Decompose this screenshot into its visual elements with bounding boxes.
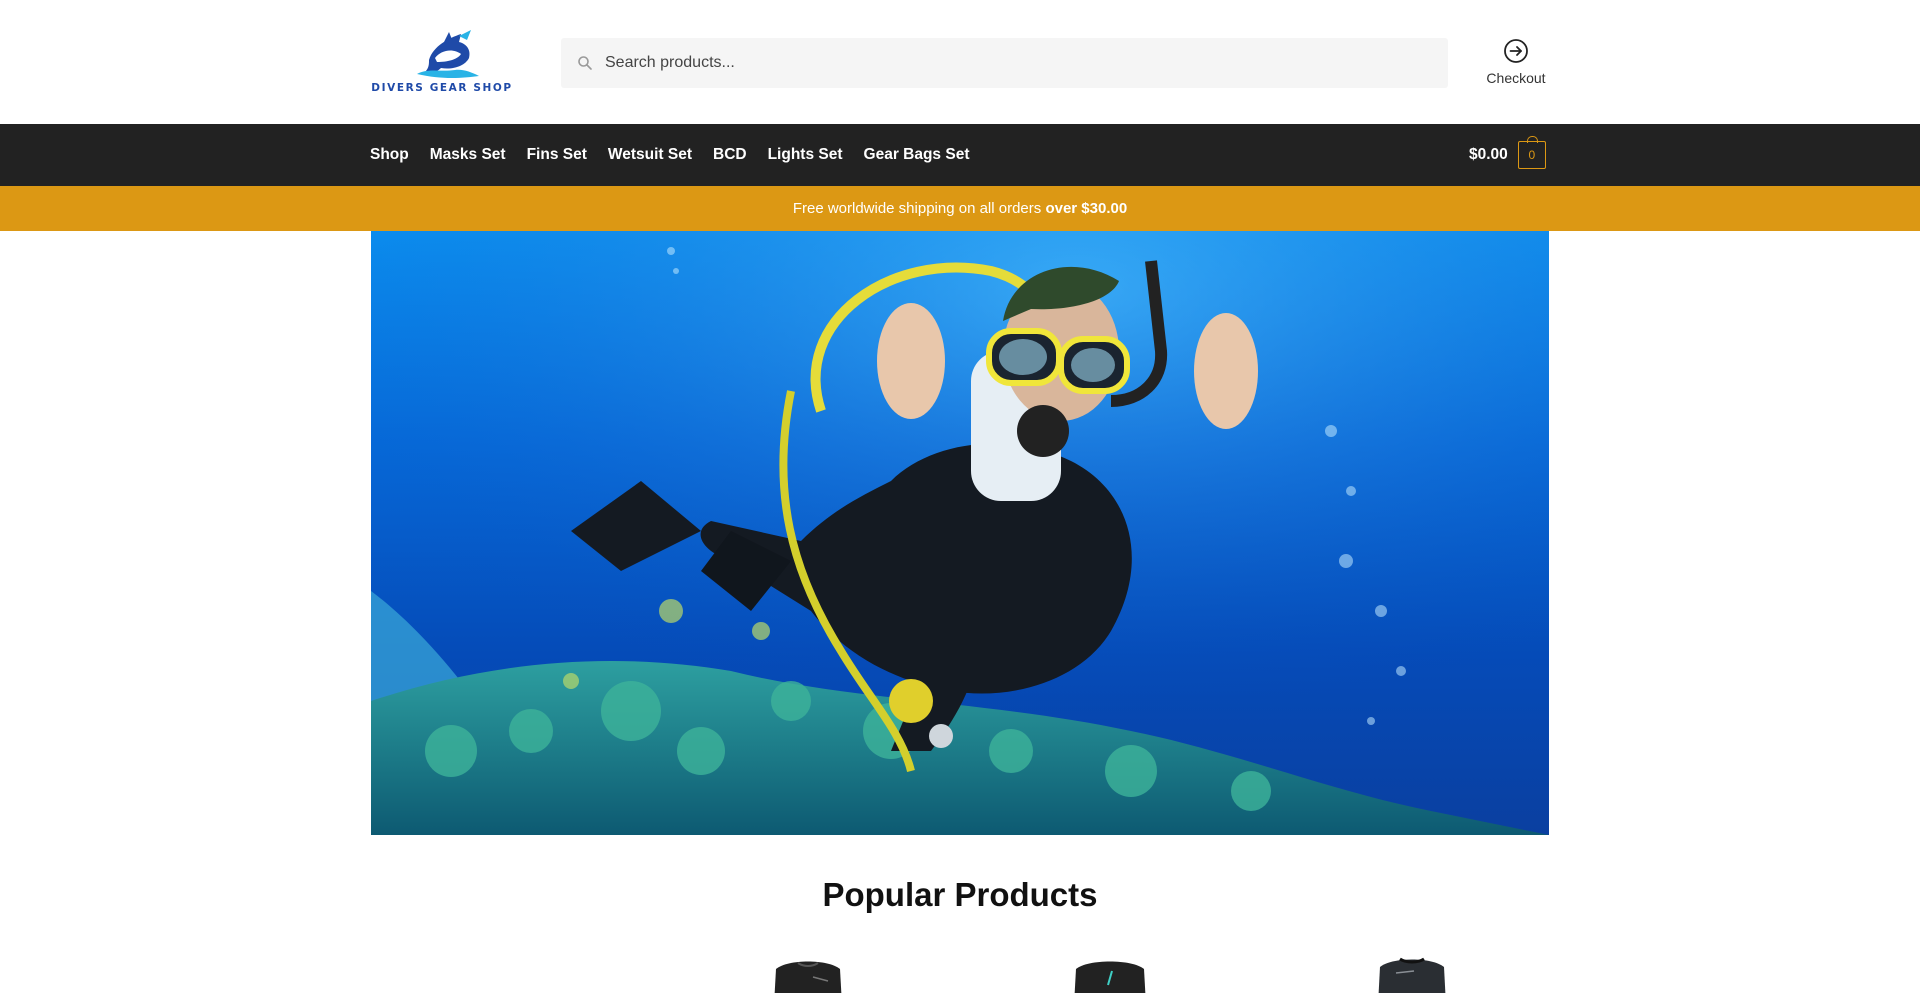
cart-link[interactable]: $0.00 0	[1469, 124, 1546, 186]
nav-item-gear-bags-set[interactable]: Gear Bags Set	[864, 146, 970, 164]
cart-total: $0.00	[1469, 146, 1508, 163]
wetsuit-image	[1378, 957, 1446, 993]
bag-icon: 0	[1517, 136, 1546, 169]
shark-logo-icon	[417, 30, 479, 78]
popular-products-heading: Popular Products	[822, 876, 1098, 913]
checkout-label: Checkout	[1486, 70, 1546, 86]
primary-navigation: Shop Masks Set Fins Set Wetsuit Set BCD …	[0, 124, 1920, 186]
promo-text: Free worldwide shipping on all orders	[792, 200, 1046, 217]
promo-banner: Free worldwide shipping on all orders ov…	[0, 186, 1920, 231]
search-input[interactable]	[605, 38, 1425, 88]
nav-item-lights-set[interactable]: Lights Set	[768, 146, 843, 164]
scuba-diver-illustration	[371, 231, 1549, 835]
nav-item-bcd[interactable]: BCD	[713, 146, 747, 164]
logo-text: DIVERS GEAR SHOP	[371, 82, 513, 94]
product-card[interactable]	[758, 955, 858, 993]
checkout-link[interactable]: Checkout	[1476, 38, 1556, 90]
search-box[interactable]	[561, 38, 1448, 88]
arrow-circle-right-icon	[1504, 39, 1528, 63]
hero-image	[371, 231, 1549, 835]
product-card[interactable]	[1362, 955, 1462, 993]
promo-highlight: over $30.00	[1045, 200, 1128, 217]
cart-count: 0	[1528, 148, 1536, 162]
search-icon	[578, 56, 592, 70]
site-header: DIVERS GEAR SHOP Checkout	[0, 0, 1920, 124]
nav-item-shop[interactable]: Shop	[370, 146, 409, 164]
wetsuit-image	[1074, 961, 1146, 993]
nav-item-fins-set[interactable]: Fins Set	[527, 146, 587, 164]
nav-item-masks-set[interactable]: Masks Set	[430, 146, 506, 164]
nav-item-wetsuit-set[interactable]: Wetsuit Set	[608, 146, 692, 164]
site-logo[interactable]: DIVERS GEAR SHOP	[371, 28, 513, 98]
nav-menu: Shop Masks Set Fins Set Wetsuit Set BCD …	[370, 124, 990, 186]
product-card[interactable]	[1060, 955, 1160, 993]
wetsuit-image	[774, 961, 842, 993]
